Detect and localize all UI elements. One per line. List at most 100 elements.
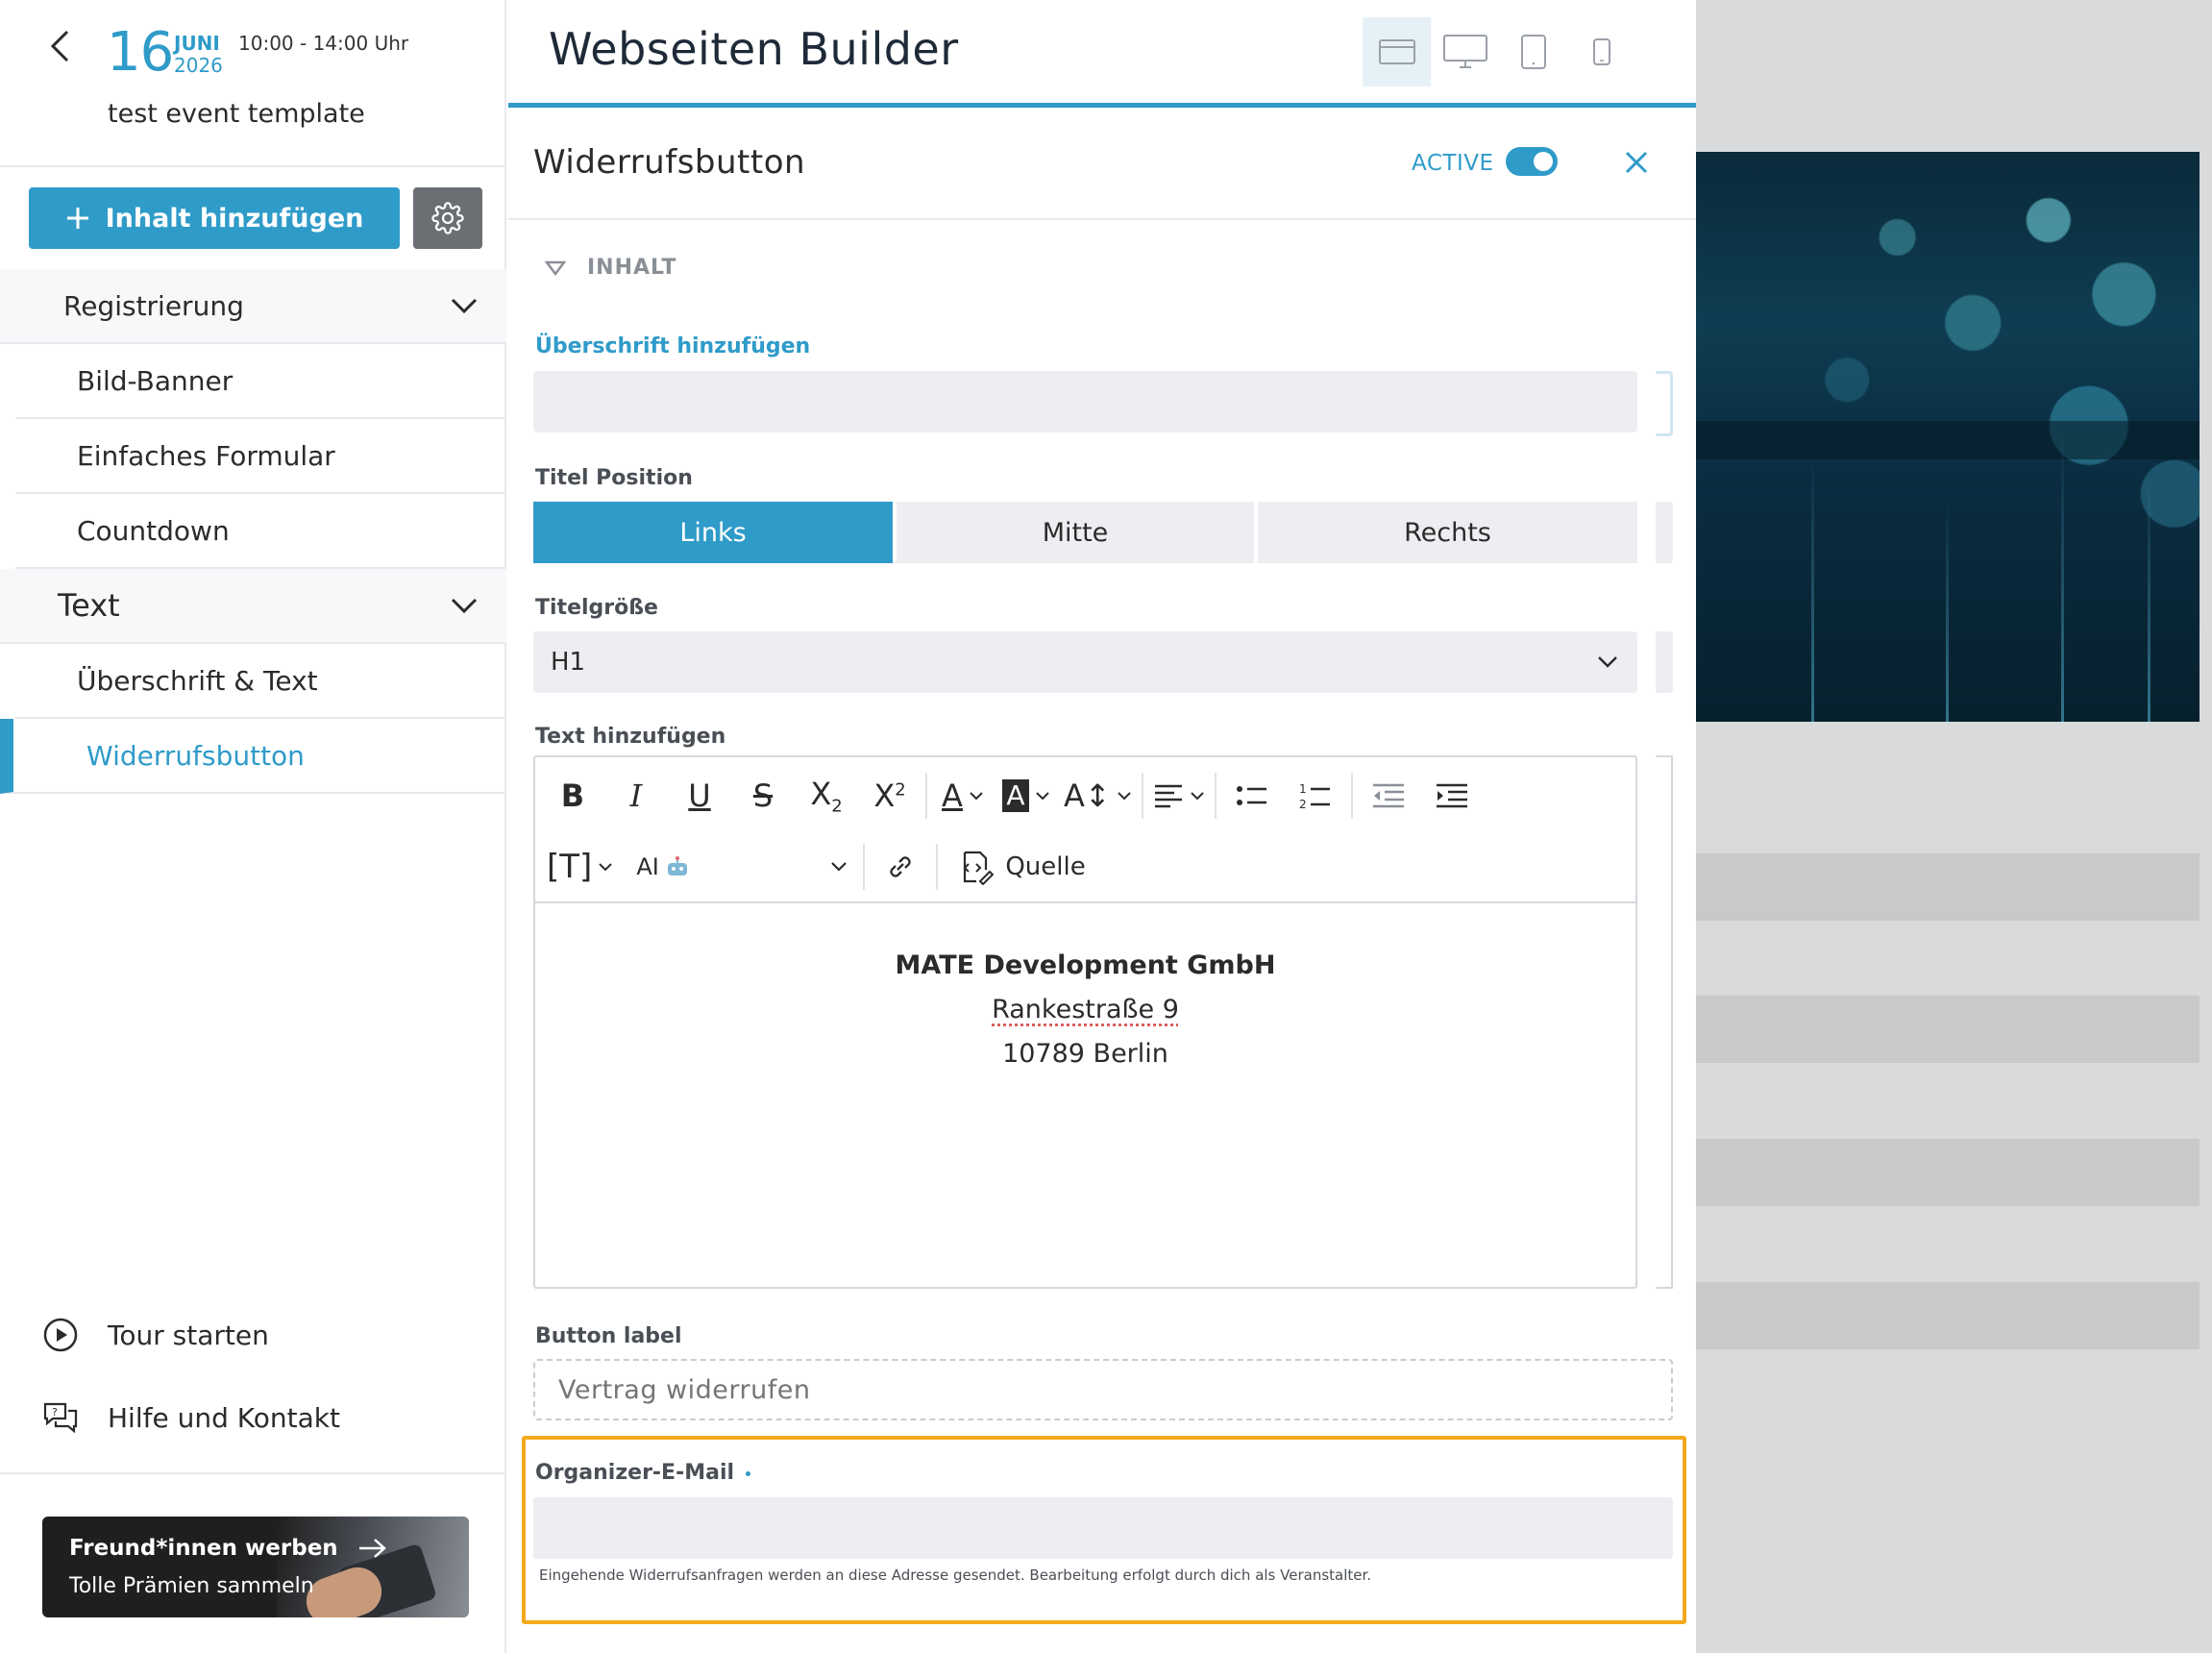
title-position-selector: Links Mitte Rechts — [533, 502, 1637, 563]
close-button[interactable] — [1621, 147, 1652, 178]
bullet-list-button[interactable] — [1220, 769, 1284, 823]
source-code-icon — [963, 851, 995, 885]
align-button[interactable] — [1147, 769, 1211, 823]
title-size-select[interactable]: H1 — [533, 631, 1637, 693]
chevron-down-icon — [599, 863, 613, 872]
event-title: test event template — [108, 99, 365, 129]
sidebar-footer: Tour starten ? Hilfe und Kontakt — [0, 1288, 506, 1474]
highlight-color-icon: A — [1002, 779, 1029, 812]
help-label: Hilfe und Kontakt — [108, 1401, 340, 1434]
chevron-down-icon — [1598, 656, 1617, 668]
superscript-button[interactable]: X2 — [858, 769, 922, 823]
title-position-label: Titel Position — [535, 466, 693, 490]
text-label: Text hinzufügen — [535, 725, 726, 749]
preview-placeholder-block — [1696, 1139, 2200, 1206]
device-switcher — [1363, 17, 1635, 86]
font-size-button[interactable]: A↕ — [1058, 769, 1138, 823]
text-color-button[interactable]: A — [931, 769, 995, 823]
toolbar-separator — [925, 773, 927, 819]
title-position-mitte[interactable]: Mitte — [897, 502, 1254, 563]
bold-button[interactable]: B — [541, 769, 604, 823]
title-position-links[interactable]: Links — [533, 502, 893, 563]
placeholder-button[interactable]: [T] — [541, 840, 619, 894]
layout-view-button[interactable] — [1363, 17, 1431, 86]
toolbar-row-1: B I U S X2 X2 A A A↕ 1 2 — [541, 769, 1484, 823]
mobile-view-button[interactable] — [1567, 17, 1635, 86]
desktop-view-button[interactable] — [1431, 17, 1499, 86]
event-time: 10:00 - 14:00 Uhr — [238, 32, 409, 55]
help-link[interactable]: ? Hilfe und Kontakt — [42, 1401, 340, 1434]
promo-title: Freund*innen werben — [69, 1536, 388, 1561]
tour-link[interactable]: Tour starten — [42, 1317, 269, 1353]
active-toggle[interactable] — [1506, 147, 1558, 176]
nav-group-text[interactable]: Text — [0, 569, 506, 644]
svg-text:1: 1 — [1299, 782, 1307, 796]
italic-button[interactable]: I — [604, 769, 668, 823]
outdent-button[interactable] — [1357, 769, 1420, 823]
toolbar-separator — [863, 844, 866, 890]
builder-header: Webseiten Builder — [508, 0, 1696, 108]
indent-button[interactable] — [1420, 769, 1484, 823]
close-icon — [1625, 151, 1648, 174]
source-button[interactable]: Quelle — [942, 840, 1100, 894]
font-size-icon: A↕ — [1064, 777, 1111, 814]
sidebar: 16 JUNI 2026 10:00 - 14:00 Uhr test even… — [0, 0, 506, 1653]
nav-item-ueberschrift-text[interactable]: Überschrift & Text — [15, 644, 506, 719]
button-label-input[interactable] — [533, 1359, 1673, 1420]
preview-light-streak — [1811, 453, 1814, 722]
strikethrough-icon: S — [752, 777, 774, 814]
toolbar-separator — [1214, 773, 1217, 819]
strikethrough-button[interactable]: S — [731, 769, 795, 823]
plus-icon — [66, 208, 88, 229]
active-label: ACTIVE — [1412, 151, 1494, 176]
event-day: 16 — [107, 21, 174, 84]
section-label: INHALT — [587, 256, 677, 280]
street-line: Rankestraße 9 — [535, 988, 1635, 1032]
heading-input-side — [1656, 371, 1673, 436]
settings-button[interactable] — [413, 187, 482, 249]
preview-light-streak — [2148, 472, 2151, 722]
numbered-list-button[interactable]: 12 — [1284, 769, 1347, 823]
highlight-color-button[interactable]: A — [995, 769, 1058, 823]
required-dot-icon — [746, 1470, 751, 1476]
bold-icon: B — [560, 777, 585, 814]
underline-button[interactable]: U — [668, 769, 731, 823]
promo-subtitle: Tolle Prämien sammeln — [69, 1574, 314, 1598]
chevron-down-icon — [970, 792, 983, 801]
editor-content[interactable]: MATE Development GmbH Rankestraße 9 1078… — [535, 903, 1635, 1287]
outdent-icon — [1372, 783, 1404, 808]
editor-side — [1656, 755, 1673, 1289]
nav-item-widerrufsbutton[interactable]: Widerrufsbutton — [0, 719, 506, 794]
preview-image-banner — [1696, 152, 2200, 722]
chevron-down-icon — [1190, 792, 1204, 801]
bullet-list-icon — [1236, 786, 1266, 805]
indent-icon — [1436, 783, 1467, 808]
referral-promo-banner[interactable]: Freund*innen werben Tolle Prämien sammel… — [42, 1517, 469, 1617]
title-position-rechts[interactable]: Rechts — [1258, 502, 1637, 563]
add-content-button[interactable]: Inhalt hinzufügen — [29, 187, 400, 249]
nav-item-bild-banner[interactable]: Bild-Banner — [15, 344, 506, 419]
ai-assistant-dropdown[interactable]: AI — [619, 840, 859, 894]
page-preview — [1696, 0, 2212, 1653]
link-button[interactable] — [869, 840, 932, 894]
chevron-down-icon — [451, 598, 478, 614]
heading-input[interactable] — [533, 371, 1637, 432]
back-button[interactable] — [42, 27, 77, 65]
organizer-email-label: Organizer-E-Mail — [535, 1461, 751, 1485]
organizer-email-input[interactable] — [533, 1497, 1673, 1559]
nav-item-countdown[interactable]: Countdown — [15, 494, 506, 569]
tablet-view-button[interactable] — [1499, 17, 1567, 86]
preview-placeholder-block — [1696, 996, 2200, 1063]
nav-group-label: Text — [58, 587, 120, 624]
tablet-icon — [1520, 35, 1546, 69]
preview-light-streak — [2061, 433, 2064, 722]
nav-item-einfaches-formular[interactable]: Einfaches Formular — [15, 419, 506, 494]
preview-placeholder-block — [1696, 1282, 2200, 1349]
nav-group-label: Registrierung — [63, 289, 244, 322]
organizer-email-label-text: Organizer-E-Mail — [535, 1461, 735, 1485]
tour-label: Tour starten — [108, 1319, 269, 1351]
chevron-down-icon — [1035, 792, 1049, 801]
section-toggle-inhalt[interactable]: INHALT — [545, 256, 676, 280]
nav-group-registrierung[interactable]: Registrierung — [0, 269, 506, 344]
subscript-button[interactable]: X2 — [795, 769, 858, 823]
